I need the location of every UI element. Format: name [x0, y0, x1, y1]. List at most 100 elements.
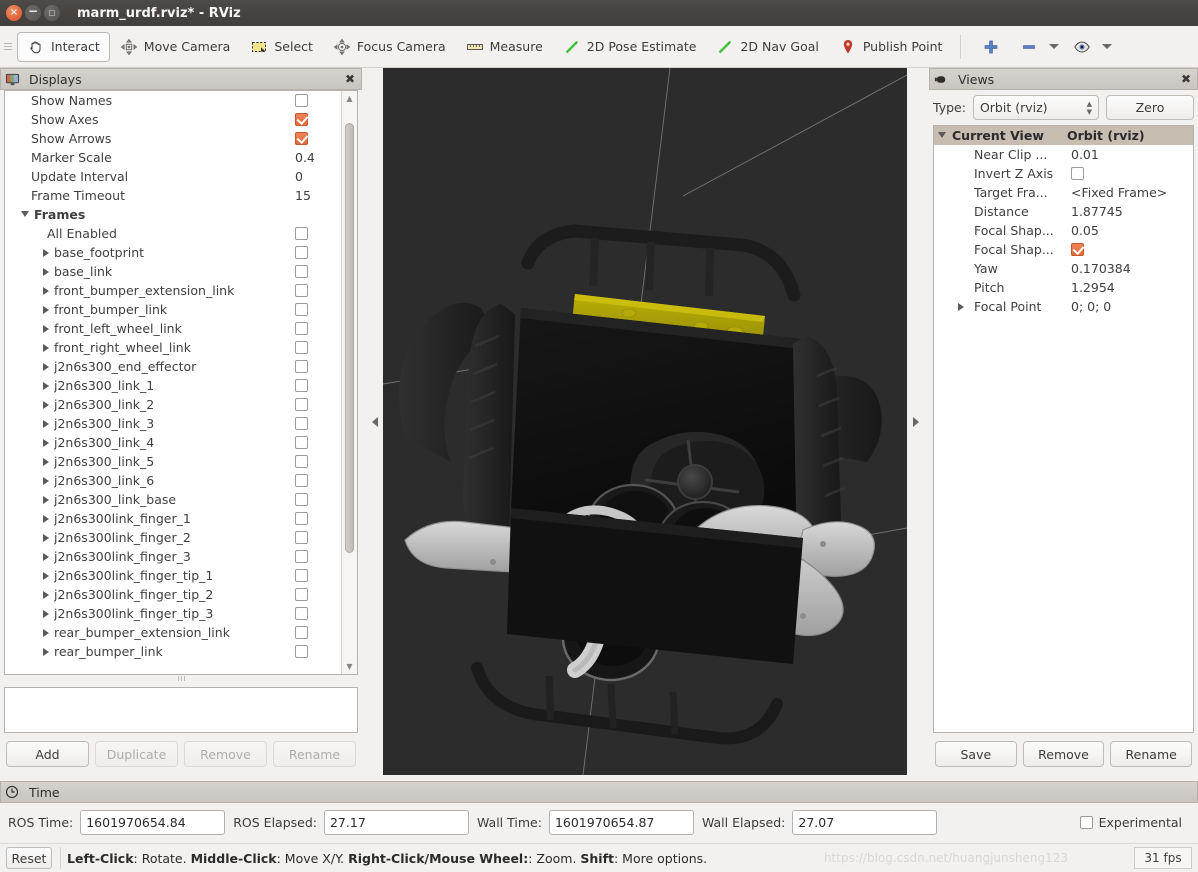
display-tree-row[interactable]: front_left_wheel_link	[5, 319, 341, 338]
tool-2d-nav-goal[interactable]: 2D Nav Goal	[706, 32, 828, 62]
display-enable-checkbox[interactable]	[295, 132, 308, 145]
display-tree-row[interactable]: Frame Timeout 15	[5, 186, 341, 205]
tool-measure[interactable]: Measure	[456, 32, 553, 62]
display-tree-row[interactable]: Update Interval 0	[5, 167, 341, 186]
toolbar-drag-handle[interactable]	[4, 36, 14, 58]
display-tree-row[interactable]: j2n6s300_link_2	[5, 395, 341, 414]
display-enable-checkbox[interactable]	[295, 531, 308, 544]
close-icon[interactable]: ✖	[343, 72, 357, 86]
displays-tree[interactable]: Show Names Show Axes Show Arrows Marker Sca…	[5, 91, 341, 674]
display-enable-checkbox[interactable]	[295, 379, 308, 392]
chevron-right-icon[interactable]	[958, 302, 964, 311]
display-enable-checkbox[interactable]	[295, 607, 308, 620]
chevron-right-icon[interactable]	[43, 362, 49, 371]
view-property-row[interactable]: Distance 1.87745	[934, 202, 1193, 221]
view-property-value[interactable]: 0.170384	[1067, 261, 1193, 276]
add-display-button[interactable]: Add	[6, 741, 89, 767]
tool-publish-point[interactable]: Publish Point	[829, 32, 953, 62]
tool-2d-pose-estimate[interactable]: 2D Pose Estimate	[553, 32, 707, 62]
display-tree-row[interactable]: base_link	[5, 262, 341, 281]
view-property-value[interactable]: 0.05	[1067, 223, 1193, 238]
toolbar-visibility-button[interactable]	[1066, 32, 1119, 62]
display-property-value[interactable]: 0.4	[295, 150, 341, 165]
chevron-right-icon[interactable]	[43, 552, 49, 561]
chevron-right-icon[interactable]	[43, 457, 49, 466]
tool-focus-camera[interactable]: Focus Camera	[323, 32, 456, 62]
chevron-right-icon[interactable]	[43, 400, 49, 409]
3d-render-viewport[interactable]	[383, 68, 907, 775]
display-enable-checkbox[interactable]	[295, 94, 308, 107]
chevron-right-icon[interactable]	[43, 381, 49, 390]
display-enable-checkbox[interactable]	[295, 588, 308, 601]
chevron-right-icon[interactable]	[43, 419, 49, 428]
chevron-right-icon[interactable]	[43, 324, 49, 333]
display-enable-checkbox[interactable]	[295, 227, 308, 240]
scroll-down-icon[interactable]: ▼	[342, 659, 357, 674]
display-tree-row[interactable]: rear_bumper_extension_link	[5, 623, 341, 642]
display-tree-row[interactable]: j2n6s300link_finger_2	[5, 528, 341, 547]
view-property-value[interactable]: 0; 0; 0	[1067, 299, 1193, 314]
time-field-input[interactable]: 1601970654.87	[548, 809, 694, 835]
view-property-row[interactable]: Focal Shap...	[934, 240, 1193, 259]
chevron-right-icon[interactable]	[43, 267, 49, 276]
chevron-right-icon[interactable]	[43, 286, 49, 295]
tool-interact[interactable]: Interact	[17, 31, 110, 62]
chevron-right-icon[interactable]	[43, 533, 49, 542]
save-view-button[interactable]: Save	[935, 741, 1017, 767]
display-tree-row[interactable]: Frames	[5, 205, 341, 224]
toolbar-remove-tool-button[interactable]	[1013, 32, 1066, 62]
display-property-value[interactable]: 15	[295, 188, 341, 203]
display-tree-row[interactable]: j2n6s300_link_6	[5, 471, 341, 490]
display-tree-row[interactable]: base_footprint	[5, 243, 341, 262]
time-field-input[interactable]: 27.17	[323, 809, 469, 835]
display-enable-checkbox[interactable]	[295, 360, 308, 373]
chevron-right-icon[interactable]	[43, 476, 49, 485]
remove-view-button[interactable]: Remove	[1022, 741, 1105, 767]
display-enable-checkbox[interactable]	[295, 322, 308, 335]
close-icon[interactable]: ✖	[1179, 72, 1193, 86]
display-enable-checkbox[interactable]	[295, 303, 308, 316]
view-type-select[interactable]: Orbit (rviz) ▲ ▼	[972, 95, 1099, 120]
chevron-right-icon[interactable]	[43, 514, 49, 523]
display-tree-row[interactable]: j2n6s300_link_3	[5, 414, 341, 433]
chevron-right-icon[interactable]	[43, 495, 49, 504]
view-property-row[interactable]: Target Fra... <Fixed Frame>	[934, 183, 1193, 202]
display-tree-row[interactable]: j2n6s300link_finger_1	[5, 509, 341, 528]
view-property-checkbox[interactable]	[1071, 167, 1084, 180]
chevron-right-icon[interactable]	[43, 343, 49, 352]
left-panel-collapse-handle[interactable]	[366, 68, 383, 775]
display-tree-row[interactable]: j2n6s300link_finger_tip_1	[5, 566, 341, 585]
chevron-right-icon[interactable]	[43, 438, 49, 447]
display-enable-checkbox[interactable]	[295, 493, 308, 506]
view-property-value[interactable]: 1.87745	[1067, 204, 1193, 219]
view-property-value[interactable]	[1067, 167, 1193, 180]
view-property-value[interactable]	[1067, 243, 1193, 256]
display-tree-row[interactable]: front_right_wheel_link	[5, 338, 341, 357]
chevron-right-icon[interactable]	[43, 628, 49, 637]
scroll-up-icon[interactable]: ▲	[342, 91, 357, 106]
window-minimize-button[interactable]: −	[25, 5, 41, 21]
time-field-input[interactable]: 27.07	[792, 809, 938, 835]
chevron-right-icon[interactable]	[43, 571, 49, 580]
display-tree-row[interactable]: j2n6s300link_finger_tip_2	[5, 585, 341, 604]
view-property-value[interactable]: 0.01	[1067, 147, 1193, 162]
display-enable-checkbox[interactable]	[295, 474, 308, 487]
display-tree-row[interactable]: Show Axes	[5, 110, 341, 129]
view-property-row[interactable]: Invert Z Axis	[934, 164, 1193, 183]
display-enable-checkbox[interactable]	[295, 569, 308, 582]
view-property-row[interactable]: Focal Point 0; 0; 0	[934, 297, 1193, 316]
toolbar-add-tool-button[interactable]	[969, 32, 1013, 62]
chevron-right-icon[interactable]	[43, 248, 49, 257]
spinner-arrows-icon[interactable]: ▲ ▼	[1087, 100, 1092, 115]
experimental-checkbox[interactable]	[1079, 815, 1093, 829]
display-tree-row[interactable]: j2n6s300_link_5	[5, 452, 341, 471]
displays-scrollbar[interactable]: ▲ ▼	[341, 91, 357, 674]
display-tree-row[interactable]: j2n6s300_link_4	[5, 433, 341, 452]
display-enable-checkbox[interactable]	[295, 341, 308, 354]
window-maximize-button[interactable]: □	[44, 5, 60, 21]
display-enable-checkbox[interactable]	[295, 550, 308, 563]
display-tree-row[interactable]: j2n6s300_link_base	[5, 490, 341, 509]
chevron-down-icon[interactable]	[21, 210, 29, 221]
time-field-input[interactable]: 1601970654.84	[80, 809, 226, 835]
view-property-value[interactable]: 1.2954	[1067, 280, 1193, 295]
